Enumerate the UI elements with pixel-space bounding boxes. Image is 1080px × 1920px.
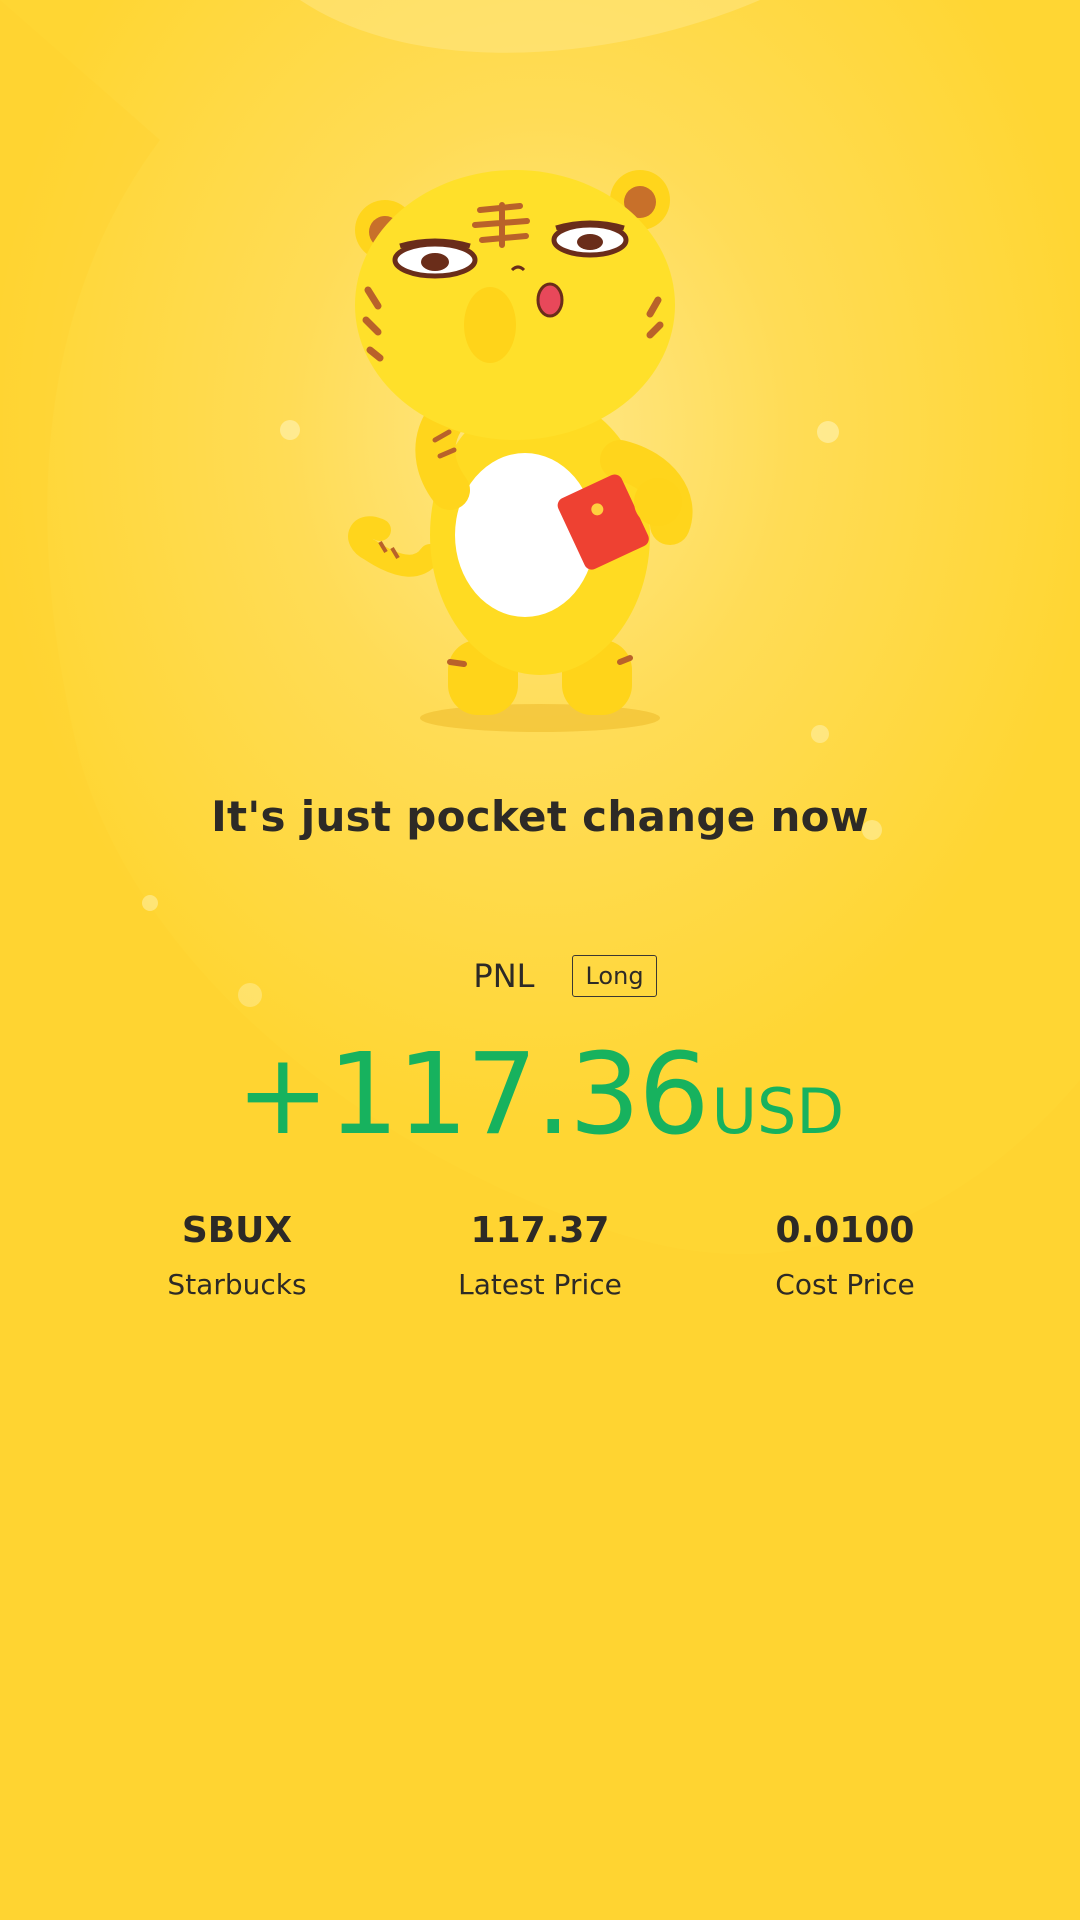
- position-direction-badge: Long: [572, 955, 657, 997]
- tiger-mascot-icon: [348, 170, 693, 732]
- stat-latest-price: 117.37 Latest Price: [390, 1205, 690, 1305]
- position-stats: SBUX Starbucks 117.37 Latest Price 0.010…: [0, 1205, 1080, 1325]
- stat-cost-price-value: 0.0100: [775, 1210, 915, 1251]
- stat-latest-price-value: 117.37: [470, 1210, 610, 1251]
- headline: It's just pocket change now: [211, 792, 869, 841]
- stat-symbol-label: Starbucks: [167, 1268, 307, 1301]
- stat-latest-price-label: Latest Price: [458, 1268, 622, 1301]
- pnl-value: +117.36USD: [0, 1030, 1080, 1160]
- stat-symbol-value: SBUX: [181, 1210, 293, 1251]
- pnl-currency: USD: [711, 1075, 845, 1148]
- pnl-header: PNL Long: [0, 955, 1080, 997]
- pnl-amount: +117.36: [235, 1030, 710, 1160]
- share-card: { "headline": "It's just pocket change n…: [0, 0, 1080, 1920]
- pnl-label: PNL: [473, 957, 535, 995]
- stat-cost-price-label: Cost Price: [775, 1268, 915, 1301]
- stat-symbol: SBUX Starbucks: [87, 1205, 387, 1305]
- stat-cost-price: 0.0100 Cost Price: [695, 1205, 995, 1305]
